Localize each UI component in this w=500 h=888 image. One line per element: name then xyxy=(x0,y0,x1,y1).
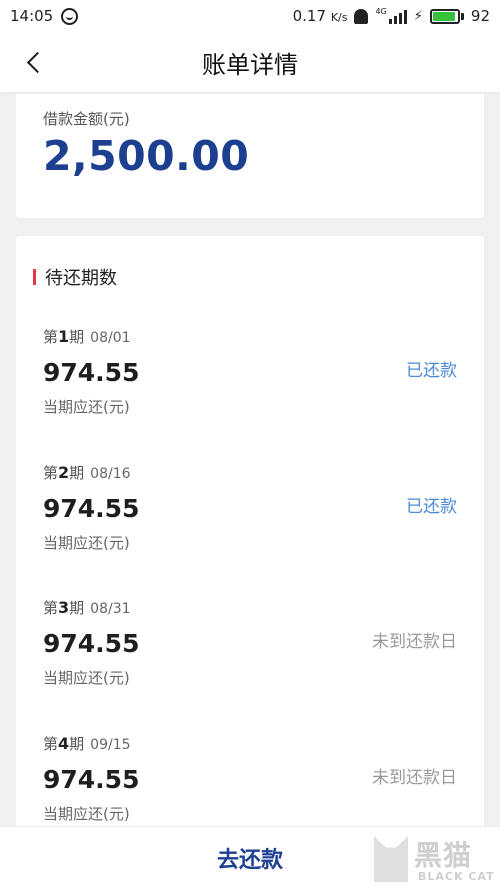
back-button[interactable] xyxy=(18,45,50,79)
installments-card: 待还期数 第1期 08/01 974.55 当期应还(元) 已还款 第2期 08/1… xyxy=(16,236,484,888)
status-bar-right: 0.17 K/s 4G ⚡ 92 xyxy=(293,7,490,25)
installment-number: 1 xyxy=(58,327,70,346)
cat-logo-icon xyxy=(374,836,408,882)
chevron-left-icon xyxy=(26,51,48,73)
loan-amount-value: 2,500.00 xyxy=(43,132,250,180)
watermark-text: 黑猫 xyxy=(414,839,473,872)
status-bar: 14:05 0.17 K/s 4G ⚡ 92 xyxy=(0,0,500,32)
section-title: 待还期数 xyxy=(45,268,117,289)
installment-amount-label: 当期应还(元) xyxy=(43,534,130,552)
section-accent-bar xyxy=(33,269,36,285)
section-header: 待还期数 xyxy=(33,264,117,290)
installment-status: 未到还款日 xyxy=(372,632,457,652)
battery-icon xyxy=(429,8,464,24)
installment-item[interactable]: 第1期 08/01 974.55 当期应还(元) 已还款 xyxy=(16,326,484,446)
charging-icon: ⚡ xyxy=(413,8,423,24)
installment-amount: 974.55 xyxy=(43,765,140,794)
installment-status: 已还款 xyxy=(406,497,457,517)
battery-level: 92 xyxy=(470,7,490,25)
clock: 14:05 xyxy=(10,7,54,25)
face-icon xyxy=(61,7,79,25)
installment-status: 已还款 xyxy=(406,361,457,381)
installment-number: 3 xyxy=(58,598,70,617)
installment-item[interactable]: 第2期 08/16 974.55 当期应还(元) 已还款 xyxy=(16,462,484,582)
installment-date: 08/31 xyxy=(90,601,131,617)
watermark: 黑猫 BLACK CAT xyxy=(372,832,500,888)
status-bar-left: 14:05 xyxy=(10,7,79,25)
signal-bars xyxy=(388,8,407,24)
watermark-subtext: BLACK CAT xyxy=(418,870,495,883)
installment-amount-label: 当期应还(元) xyxy=(43,398,130,416)
installment-header: 第2期 08/16 xyxy=(43,463,131,482)
installment-amount-label: 当期应还(元) xyxy=(43,669,130,687)
installment-header: 第1期 08/01 xyxy=(43,327,131,346)
installment-amount: 974.55 xyxy=(43,494,140,523)
signal-icon: 4G xyxy=(375,7,407,24)
installment-status: 未到还款日 xyxy=(372,768,457,788)
installment-number: 4 xyxy=(58,734,70,753)
nav-bar: 账单详情 xyxy=(0,32,500,92)
installment-date: 09/15 xyxy=(90,737,131,753)
loan-amount-card: 借款金额(元) 2,500.00 xyxy=(16,94,484,218)
battery-fill xyxy=(432,11,455,21)
net-speed: 0.17 K/s xyxy=(292,7,348,25)
net-unit: K/s xyxy=(330,11,348,24)
installment-item[interactable]: 第3期 08/31 974.55 当期应还(元) 未到还款日 xyxy=(16,597,484,717)
installment-amount: 974.55 xyxy=(43,629,140,658)
installment-amount-label: 当期应还(元) xyxy=(43,805,130,823)
installment-amount: 974.55 xyxy=(43,358,140,387)
installment-header: 第3期 08/31 xyxy=(43,598,131,617)
installment-number: 2 xyxy=(58,463,70,482)
installment-date: 08/01 xyxy=(90,330,131,346)
installment-date: 08/16 xyxy=(90,466,131,482)
installment-header: 第4期 09/15 xyxy=(43,734,131,753)
loan-amount-label: 借款金额(元) xyxy=(43,110,130,128)
network-type: 4G xyxy=(375,7,387,16)
repay-button[interactable]: 去还款 xyxy=(217,842,283,874)
page-title: 账单详情 xyxy=(202,50,298,79)
ghost-icon xyxy=(354,8,369,24)
